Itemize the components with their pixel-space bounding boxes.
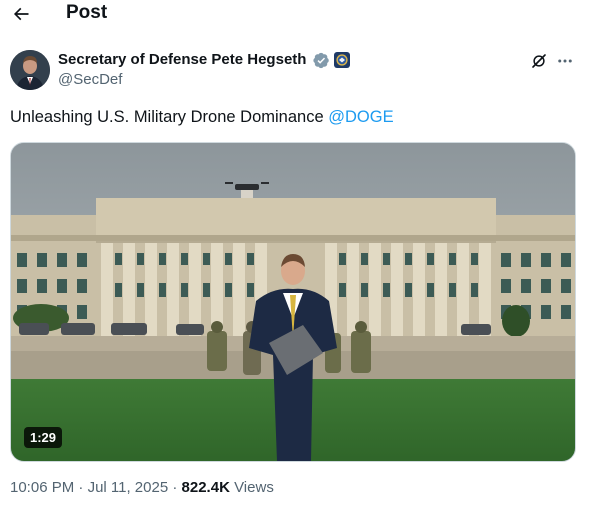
video-player[interactable]: 1:29 [10, 142, 576, 462]
page-title: Post [66, 2, 108, 23]
more-horizontal-icon[interactable] [556, 52, 574, 70]
post-text: Unleashing U.S. Military Drone Dominance… [10, 108, 394, 127]
video-duration: 1:29 [24, 427, 63, 448]
top-bar: Post [0, 0, 590, 28]
mention-link[interactable]: @DOGE [328, 108, 393, 126]
post-metadata: 10:06 PM · Jul 11, 2025 · 822.4K Views [10, 479, 274, 496]
back-button[interactable] [10, 3, 32, 25]
post-date[interactable]: Jul 11, 2025 [88, 479, 169, 496]
views-count: 822.4K [181, 479, 230, 496]
post-time[interactable]: 10:06 PM [10, 479, 74, 496]
meta-separator: · [172, 479, 178, 496]
arrow-left-icon [13, 7, 29, 21]
grok-icon[interactable] [530, 52, 548, 70]
author-handle[interactable]: @SecDef [58, 71, 122, 88]
avatar[interactable] [10, 50, 50, 90]
post-body: Unleashing U.S. Military Drone Dominance [10, 108, 324, 126]
video-thumbnail [11, 143, 575, 461]
meta-separator: · [78, 479, 84, 496]
author-name[interactable]: Secretary of Defense Pete Hegseth [58, 51, 306, 68]
department-of-defense-seal-icon[interactable] [334, 52, 350, 68]
verified-badge-icon [313, 52, 329, 69]
views-label: Views [234, 479, 274, 496]
